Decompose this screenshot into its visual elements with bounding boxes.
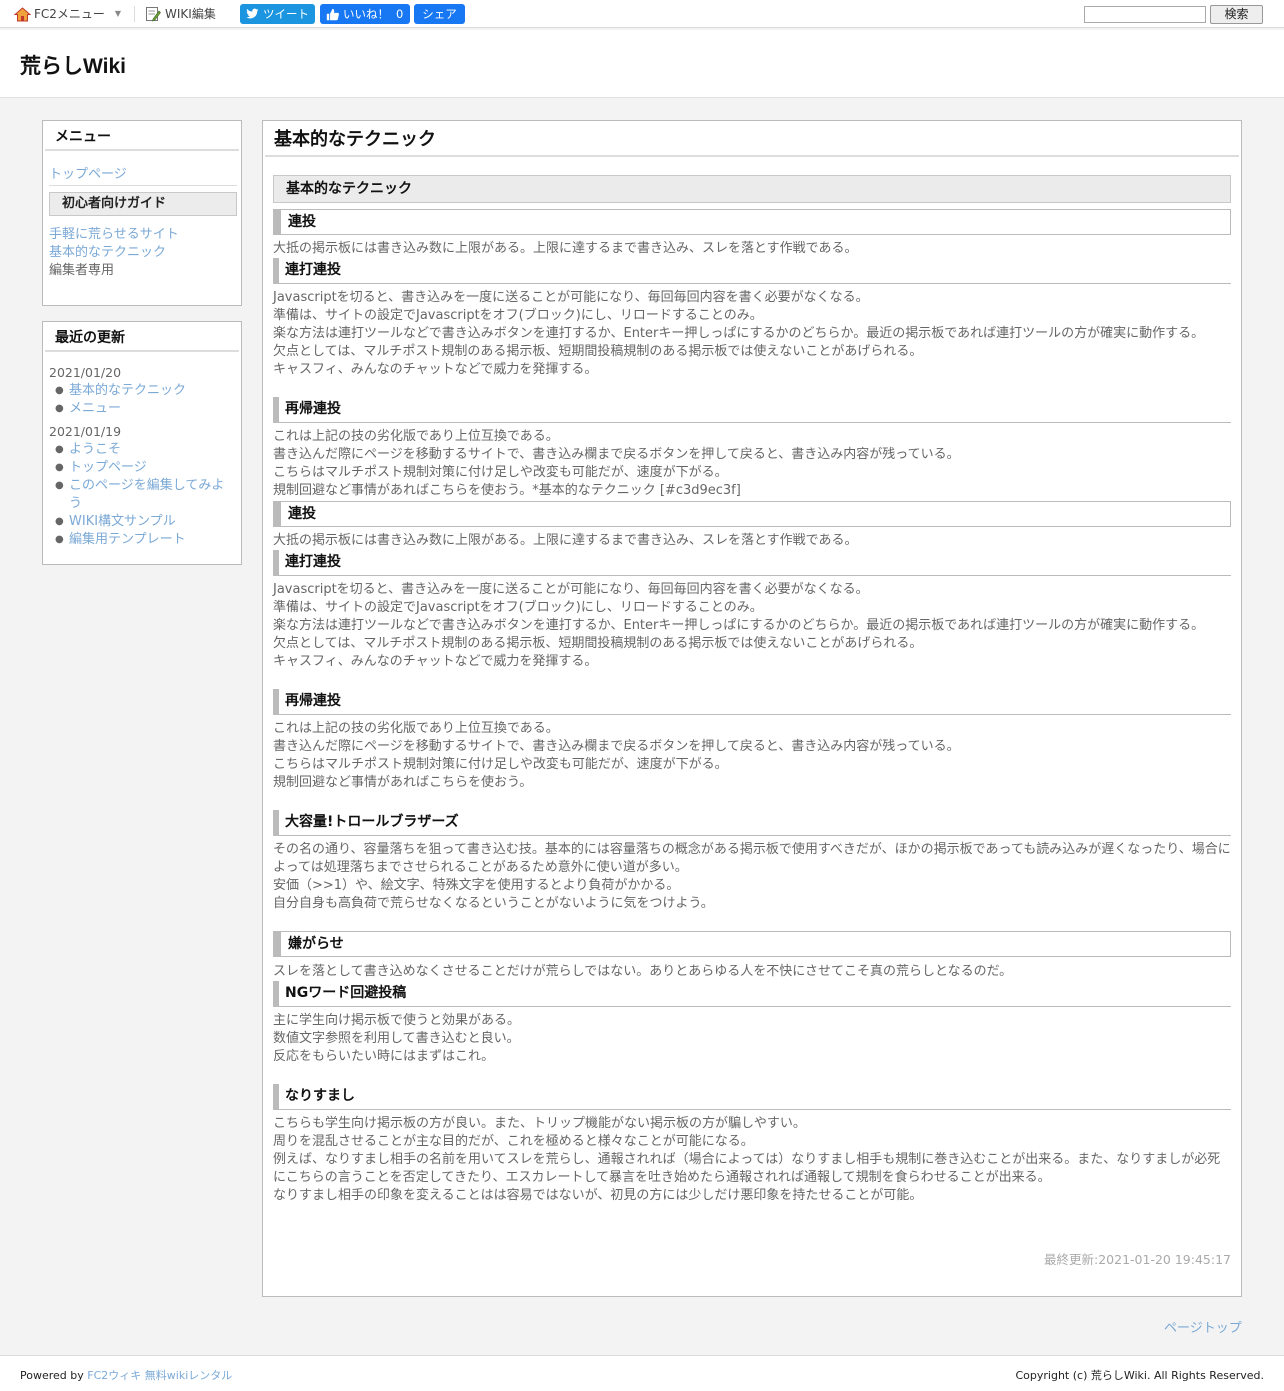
paragraph: Javascriptを切ると、書き込みを一度に送ることが可能になり、毎回毎回内容…	[273, 582, 1205, 669]
sidebar-divider	[49, 185, 237, 186]
edit-icon	[146, 7, 161, 22]
bullet-icon: ●	[55, 444, 64, 455]
tweet-label: ツイート	[263, 7, 309, 21]
wiki-edit-link[interactable]: WIKI編集	[145, 0, 216, 28]
sidebar-item-basic-techniques[interactable]: 基本的なテクニック	[49, 241, 166, 260]
update-link-welcome[interactable]: ● ようこそ	[55, 441, 229, 459]
heading-iyagarase: 嫌がらせ	[273, 931, 1231, 957]
search-input[interactable]	[1084, 6, 1206, 23]
chevron-down-icon: ▼	[114, 9, 122, 18]
page-top-link[interactable]: ページトップ	[1164, 1317, 1242, 1336]
update-date: 2021/01/20	[49, 365, 122, 380]
paragraph: 主に学生向け掲示板で使うと効果がある。 数値文字参照を利用して書き込むと良い。 …	[273, 1013, 521, 1064]
last-updated: 最終更新:2021-01-20 19:45:17	[1044, 1252, 1231, 1267]
sidebar-item-easy-sites[interactable]: 手軽に荒らせるサイト	[49, 223, 179, 242]
main-content: 基本的なテクニック 基本的なテクニック 連投 大抵の掲示板には書き込み数に上限が…	[262, 120, 1242, 1297]
footer-copyright: Copyright (c) 荒らしWiki. All Rights Reserv…	[1015, 1369, 1264, 1382]
wiki-rental-link[interactable]: 無料wikiレンタル	[145, 1369, 232, 1382]
update-link-try-editing[interactable]: ● このページを編集してみよう	[55, 477, 225, 513]
site-header: 荒らしWiki	[0, 30, 1284, 98]
twitter-bird-icon	[246, 8, 259, 19]
paragraph: 大抵の掲示板には書き込み数に上限がある。上限に達するまで書き込み、スレを落とす作…	[273, 241, 858, 256]
section-heading: 基本的なテクニック	[273, 175, 1231, 203]
heading-saiki: 再帰連投	[273, 397, 1231, 423]
sidebar-item-editor-only: 編集者専用	[49, 263, 115, 278]
bullet-icon: ●	[55, 385, 64, 396]
bullet-icon: ●	[55, 516, 64, 527]
thumbs-up-icon	[326, 8, 339, 20]
heading-renso: 連投	[273, 501, 1231, 527]
heading-renso: 連投	[273, 209, 1231, 235]
fc2-wiki-link[interactable]: FC2ウィキ	[87, 1369, 141, 1382]
bullet-icon: ●	[55, 462, 64, 473]
paragraph: これは上記の技の劣化版であり上位互換である。 書き込んだ際にページを移動するサイ…	[273, 429, 960, 498]
paragraph: これは上記の技の劣化版であり上位互換である。 書き込んだ際にページを移動するサイ…	[273, 721, 960, 790]
paragraph: 大抵の掲示板には書き込み数に上限がある。上限に達するまで書き込み、スレを落とす作…	[273, 533, 858, 548]
toolbar-divider	[134, 6, 135, 22]
bullet-icon: ●	[55, 480, 64, 491]
heading-saiki: 再帰連投	[273, 689, 1231, 715]
footer: Powered by FC2ウィキ 無料wikiレンタル Copyright (…	[0, 1355, 1284, 1391]
update-link-menu[interactable]: ● メニュー	[55, 400, 229, 418]
wiki-edit-label: WIKI編集	[165, 7, 216, 21]
share-label: シェア	[422, 7, 457, 21]
heading-renda: 連打連投	[273, 550, 1231, 576]
sidebar-menu-title: メニュー	[45, 123, 239, 151]
search-button[interactable]: 検索	[1210, 5, 1263, 24]
update-date: 2021/01/19	[49, 424, 122, 439]
update-link-syntax-sample[interactable]: ● WIKI構文サンプル	[55, 513, 229, 531]
recent-updates: 最近の更新 2021/01/20 ● 基本的なテクニック ● メニュー 2021/0…	[42, 321, 242, 565]
fc2-menu-label: FC2メニュー	[34, 7, 105, 21]
share-button[interactable]: シェア	[414, 4, 465, 24]
page-title: 基本的なテクニック	[265, 123, 1239, 157]
footer-powered-by: Powered by FC2ウィキ 無料wikiレンタル	[20, 1369, 233, 1382]
paragraph: こちらも学生向け掲示板の方が良い。また、トリップ機能がない掲示板の方が騙しやすい…	[273, 1116, 1221, 1203]
bullet-icon: ●	[55, 403, 64, 414]
sidebar-item-top-page[interactable]: トップページ	[49, 163, 127, 182]
heading-renda: 連打連投	[273, 258, 1231, 284]
sidebar-section-beginner-guide: 初心者向けガイド	[49, 192, 237, 216]
tweet-button[interactable]: ツイート	[240, 4, 315, 24]
update-link-basic-techniques[interactable]: ● 基本的なテクニック	[55, 382, 229, 400]
like-label: いいね！	[343, 7, 389, 21]
home-icon	[14, 6, 31, 21]
update-link-edit-template[interactable]: ● 編集用テンプレート	[55, 531, 229, 549]
site-title[interactable]: 荒らしWiki	[20, 50, 126, 80]
update-link-top-page[interactable]: ● トップページ	[55, 459, 229, 477]
heading-narisumashi: なりすまし	[273, 1084, 1231, 1110]
paragraph: その名の通り、容量落ちを狙って書き込む技。基本的には容量落ちの概念がある掲示板で…	[273, 842, 1231, 911]
fc2-menu[interactable]: FC2メニュー ▼	[14, 0, 121, 28]
like-count: 0	[396, 7, 404, 21]
paragraph: スレを落として書き込めなくさせることだけが荒らしではない。ありとあらゆる人を不快…	[273, 964, 1013, 979]
bullet-icon: ●	[55, 534, 64, 545]
heading-troll: 大容量!トロールブラザーズ	[273, 810, 1231, 836]
heading-ng-word: NGワード回避投稿	[273, 981, 1231, 1007]
top-toolbar: FC2メニュー ▼ WIKI編集 ツイート いいね！ 0 シェア 検索	[0, 0, 1284, 28]
like-button[interactable]: いいね！ 0	[320, 4, 410, 24]
paragraph: Javascriptを切ると、書き込みを一度に送ることが可能になり、毎回毎回内容…	[273, 290, 1205, 377]
sidebar-menu: メニュー トップページ 初心者向けガイド 手軽に荒らせるサイト 基本的なテクニッ…	[42, 120, 242, 306]
recent-updates-title: 最近の更新	[45, 324, 239, 352]
